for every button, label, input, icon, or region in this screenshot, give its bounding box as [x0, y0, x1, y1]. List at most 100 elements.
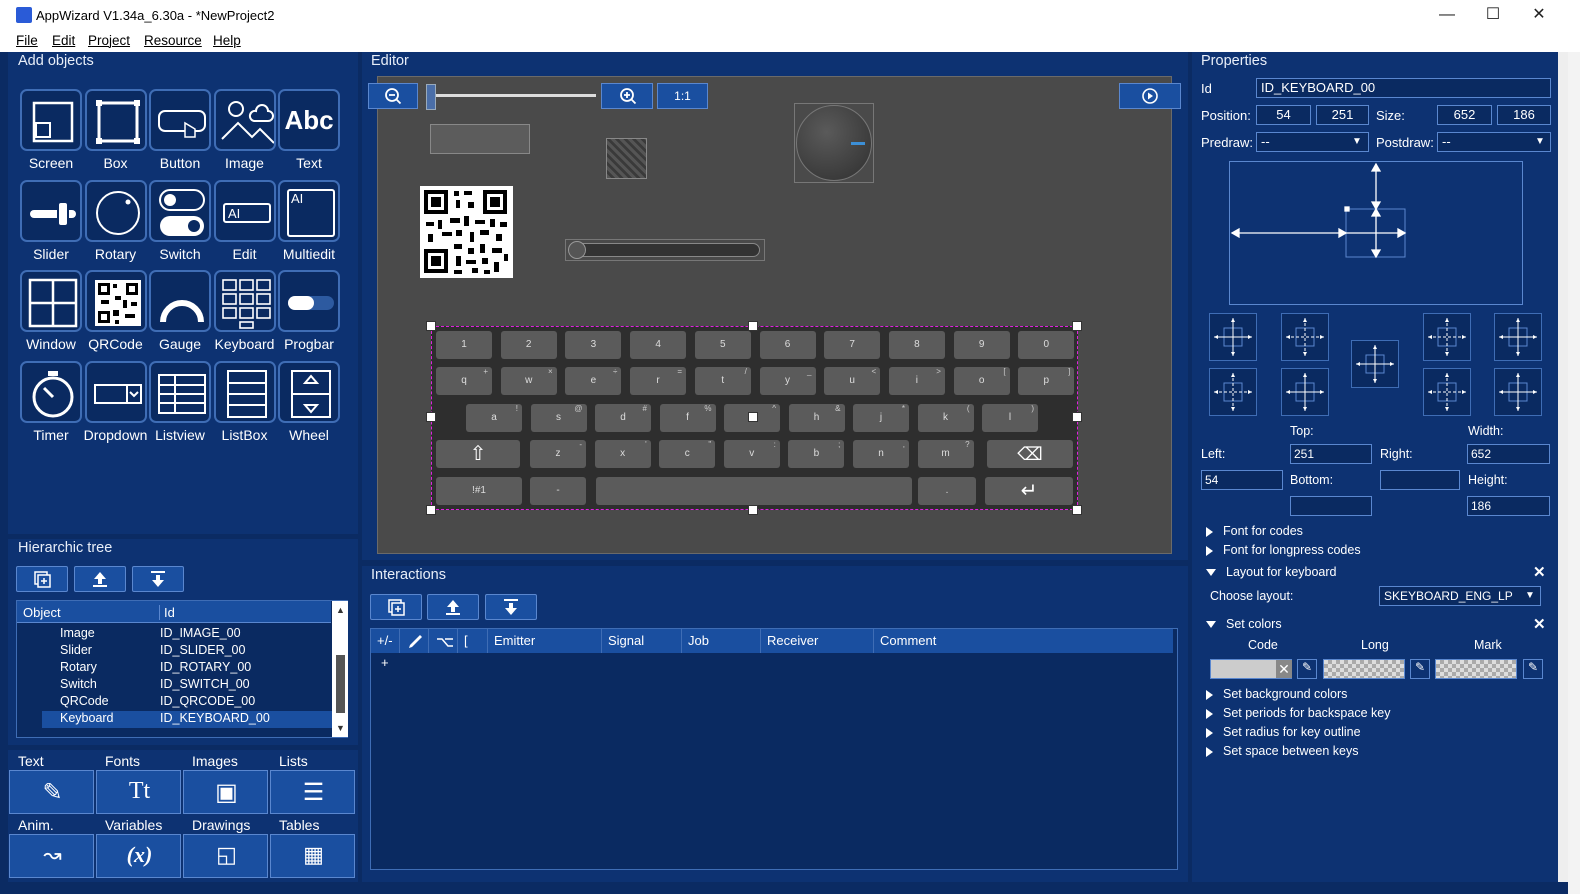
- resource-button-anim[interactable]: ↝: [9, 834, 94, 878]
- key-e[interactable]: e ÷: [565, 367, 622, 395]
- tile-frame[interactable]: [149, 179, 211, 242]
- tile-frame[interactable]: [84, 89, 147, 151]
- interaction-add-button[interactable]: [370, 594, 422, 620]
- key-v[interactable]: v:: [723, 440, 780, 468]
- symbols-key[interactable]: !#1: [436, 477, 522, 505]
- tile-multiedit[interactable]: AI Multiedit: [278, 179, 340, 264]
- key-n[interactable]: n,: [853, 440, 909, 468]
- tile-timer[interactable]: Timer: [20, 360, 82, 445]
- scroll-down-icon[interactable]: ▼: [336, 723, 345, 733]
- tile-window[interactable]: Window: [20, 270, 82, 354]
- id-input[interactable]: ID_KEYBOARD_00: [1256, 78, 1551, 98]
- key-f[interactable]: f%: [659, 404, 716, 432]
- tree-scrollbar[interactable]: ▲ ▼: [332, 601, 348, 737]
- tree-move-down-button[interactable]: [132, 566, 184, 592]
- slider-thumb[interactable]: [568, 241, 586, 259]
- tab-label-lists[interactable]: Lists: [279, 753, 308, 769]
- menu-project[interactable]: Project: [88, 33, 130, 48]
- tile-listbox[interactable]: ListBox: [213, 360, 276, 445]
- image-widget[interactable]: [606, 138, 647, 179]
- resource-button-fonts[interactable]: Tt: [96, 770, 181, 814]
- long-color-picker-icon[interactable]: ✎: [1410, 659, 1430, 679]
- tile-image[interactable]: Image: [213, 89, 276, 173]
- space-key[interactable]: [596, 477, 912, 505]
- key-x[interactable]: x ': [594, 440, 651, 468]
- zoom-out-button[interactable]: [368, 83, 418, 109]
- resource-button-lists[interactable]: ☰: [270, 770, 355, 814]
- tile-text[interactable]: Abc Text: [278, 89, 340, 173]
- section-space[interactable]: Set space between keys: [1206, 744, 1359, 758]
- postdraw-chevron-down-icon[interactable]: ▼: [1535, 136, 1545, 147]
- position-x-input[interactable]: 54: [1256, 105, 1311, 125]
- tile-progbar[interactable]: Progbar: [278, 270, 340, 354]
- predraw-chevron-down-icon[interactable]: ▼: [1352, 136, 1362, 147]
- resize-handle[interactable]: [426, 412, 436, 422]
- tree-row[interactable]: Slider ID_SLIDER_00: [42, 643, 332, 660]
- tile-listview[interactable]: Listview: [149, 360, 211, 445]
- key-q[interactable]: q +: [436, 367, 492, 395]
- mark-color-swatch[interactable]: [1435, 659, 1517, 679]
- zoom-slider-thumb[interactable]: [426, 84, 436, 110]
- postdraw-dropdown[interactable]: --: [1437, 132, 1551, 152]
- section-periods[interactable]: Set periods for backspace key: [1206, 706, 1390, 720]
- key-k[interactable]: k(: [917, 404, 974, 432]
- layout-close-icon[interactable]: ✕: [1533, 563, 1546, 581]
- maximize-button[interactable]: ☐: [1470, 0, 1516, 30]
- align-button-7[interactable]: [1281, 368, 1329, 416]
- section-bg-colors[interactable]: Set background colors: [1206, 687, 1347, 701]
- key-5[interactable]: 5: [694, 331, 751, 359]
- resize-handle[interactable]: [748, 412, 758, 422]
- tile-frame[interactable]: [278, 360, 340, 423]
- tree-move-up-button[interactable]: [74, 566, 126, 592]
- choose-layout-dropdown[interactable]: SKEYBOARD_ENG_LP: [1379, 586, 1541, 606]
- key-l[interactable]: l): [982, 404, 1038, 432]
- slider-widget[interactable]: [565, 239, 765, 261]
- right-input[interactable]: [1380, 470, 1460, 490]
- resize-handle[interactable]: [748, 505, 758, 515]
- tile-gauge[interactable]: Gauge: [149, 270, 211, 354]
- resource-button-images[interactable]: ▣: [183, 770, 268, 814]
- tile-frame[interactable]: [20, 179, 82, 242]
- key-h[interactable]: h &: [788, 404, 845, 432]
- tile-frame[interactable]: [84, 270, 147, 332]
- key-1[interactable]: 1: [436, 331, 492, 359]
- tree-scroll-thumb[interactable]: [336, 655, 345, 713]
- section-layout[interactable]: Layout for keyboard: [1206, 565, 1337, 579]
- key-b[interactable]: b;: [788, 440, 845, 468]
- key-9[interactable]: 9: [953, 331, 1010, 359]
- tile-switch[interactable]: Switch: [149, 179, 211, 264]
- position-y-input[interactable]: 251: [1316, 105, 1369, 125]
- shift-key-icon[interactable]: ⇧: [436, 440, 520, 468]
- col-condition[interactable]: [429, 629, 458, 653]
- key-r[interactable]: r =: [630, 367, 687, 395]
- tree-add-button[interactable]: [16, 566, 68, 592]
- mark-color-picker-icon[interactable]: ✎: [1523, 659, 1543, 679]
- align-button-8[interactable]: [1423, 368, 1471, 416]
- tile-slider[interactable]: Slider: [20, 179, 82, 264]
- zoom-slider[interactable]: [432, 94, 596, 97]
- resource-button-text[interactable]: ✎: [9, 770, 94, 814]
- size-height-input[interactable]: 186: [1497, 105, 1551, 125]
- align-button-2[interactable]: [1281, 313, 1329, 361]
- slider-track[interactable]: [570, 243, 760, 257]
- tab-label-tables[interactable]: Tables: [279, 817, 319, 833]
- key-t[interactable]: t /: [694, 367, 751, 395]
- tile-dropdown[interactable]: Dropdown: [84, 360, 147, 445]
- resize-handle[interactable]: [1072, 412, 1082, 422]
- scroll-up-icon[interactable]: ▲: [336, 605, 345, 615]
- section-radius[interactable]: Set radius for key outline: [1206, 725, 1361, 739]
- tile-wheel[interactable]: Wheel: [278, 360, 340, 445]
- section-set-colors[interactable]: Set colors: [1206, 617, 1282, 631]
- key-8[interactable]: 8: [888, 331, 945, 359]
- resize-handle[interactable]: [1072, 321, 1082, 331]
- resource-button-tables[interactable]: ▦: [270, 834, 355, 878]
- col-bracket[interactable]: [: [458, 629, 488, 653]
- tree-row[interactable]: Switch ID_SWITCH_00: [42, 677, 332, 694]
- tile-box[interactable]: Box: [84, 89, 147, 173]
- align-button-4[interactable]: [1423, 313, 1471, 361]
- tile-frame[interactable]: [20, 360, 82, 423]
- section-font-longpress[interactable]: Font for longpress codes: [1206, 543, 1361, 557]
- align-button-9[interactable]: [1494, 368, 1542, 416]
- tile-screen[interactable]: Screen: [20, 89, 82, 173]
- menu-help[interactable]: Help: [213, 33, 241, 48]
